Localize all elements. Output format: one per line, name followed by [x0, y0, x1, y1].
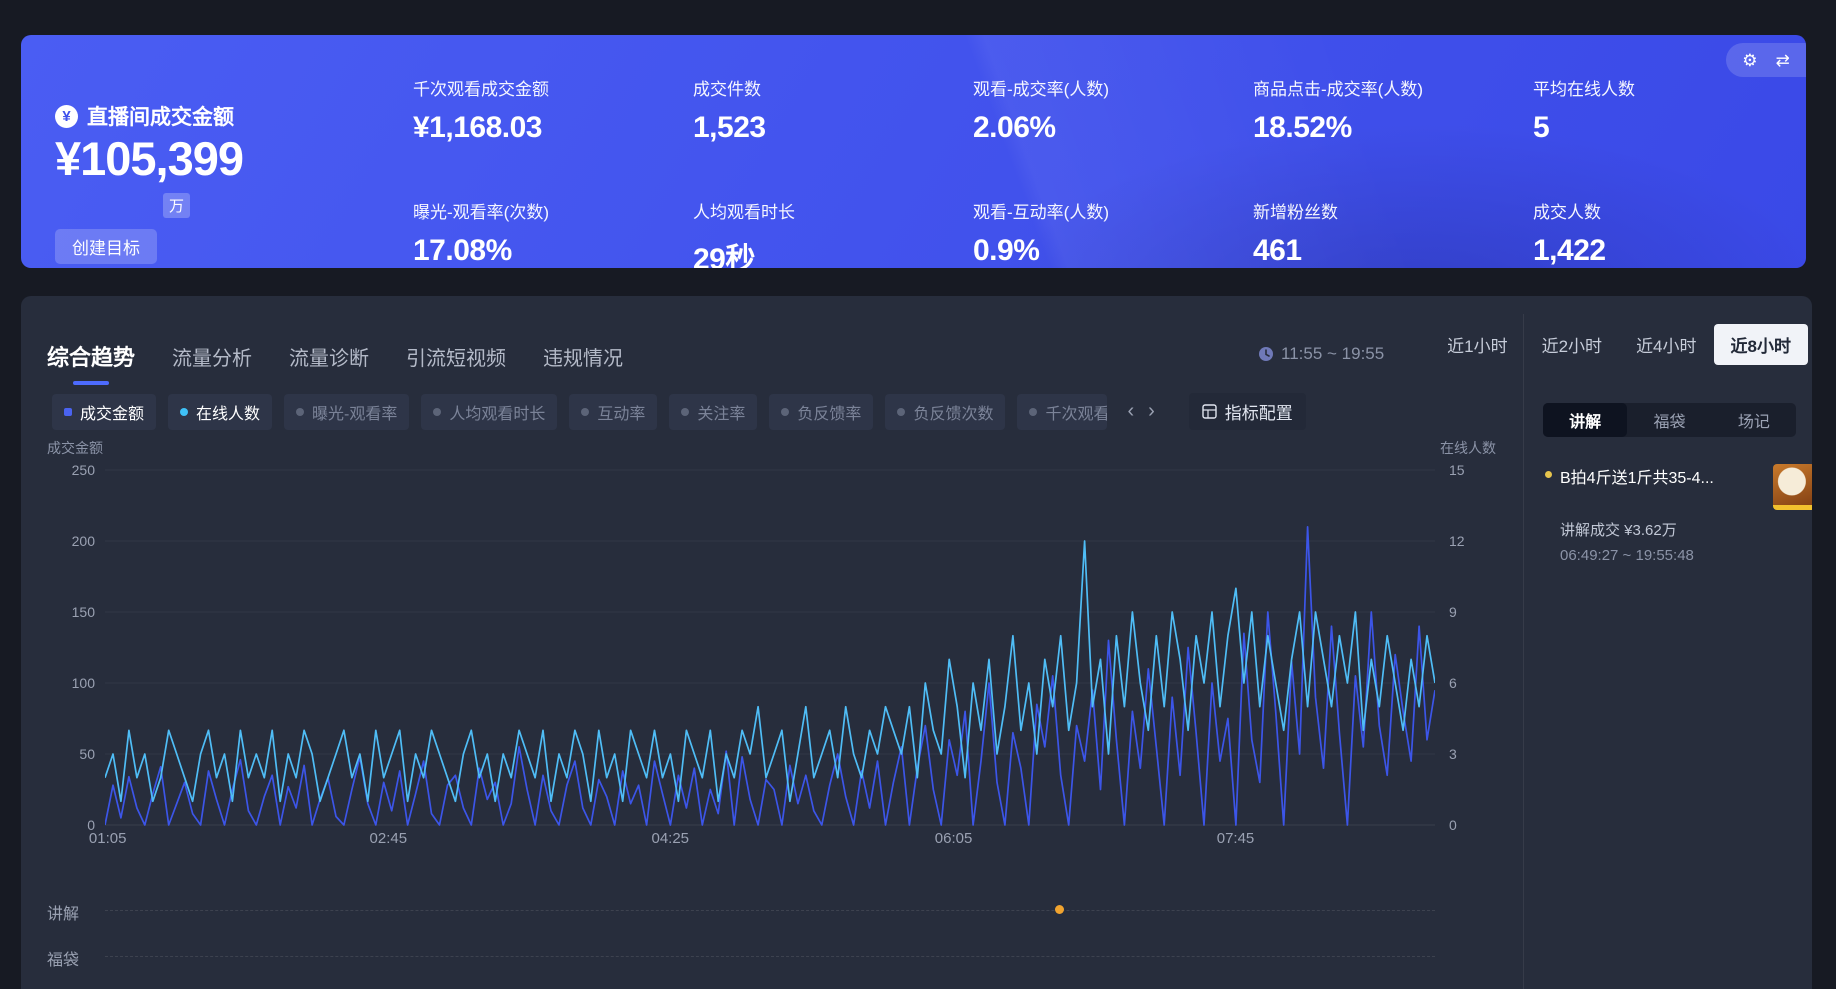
series-marker: [1029, 408, 1037, 416]
panel-divider: [1523, 314, 1524, 989]
y-tick: 0: [1449, 817, 1457, 833]
series-marker: [433, 408, 441, 416]
gmv-unit-badge: 万: [163, 193, 190, 218]
metric-chips-row: 成交金额 在线人数 曝光-观看率 人均观看时长 互动率 关注率 负反馈率 负反馈…: [52, 393, 1306, 430]
timeline-label-explain: 讲解: [47, 900, 79, 924]
series-marker: [581, 408, 589, 416]
chip-per-thousand-views[interactable]: 千次观看: [1017, 394, 1107, 430]
y-tick: 200: [21, 533, 95, 549]
tab-overall-trend[interactable]: 综合趋势: [47, 340, 135, 372]
panel-tabs: 讲解 福袋 场记: [1543, 403, 1796, 437]
timeline-track-luckybag: [105, 956, 1435, 957]
chevron-left-icon[interactable]: ‹: [1127, 400, 1134, 423]
panel-tab-log[interactable]: 场记: [1712, 403, 1796, 437]
item-status-dot: [1545, 471, 1552, 478]
series-marker: [897, 408, 905, 416]
range-2h-button[interactable]: 近2小时: [1525, 324, 1619, 365]
product-thumbnail[interactable]: [1773, 464, 1812, 510]
chevron-right-icon[interactable]: ›: [1148, 400, 1155, 423]
trend-chart[interactable]: [105, 445, 1435, 845]
y-tick: 0: [21, 817, 95, 833]
stat-item: 新增粉丝数461: [1253, 198, 1533, 268]
y-tick: 3: [1449, 746, 1457, 762]
banner-title: 直播间成交金额: [87, 101, 234, 131]
stat-item: 商品点击-成交率(人数)18.52%: [1253, 75, 1533, 198]
tab-violations[interactable]: 违规情况: [543, 342, 623, 371]
chip-interaction-rate[interactable]: 互动率: [569, 394, 657, 430]
range-4h-button[interactable]: 近4小时: [1619, 324, 1713, 365]
clock-icon: [1258, 346, 1274, 362]
trend-card: 综合趋势 流量分析 流量诊断 引流短视频 违规情况 11:55 ~ 19:55 …: [21, 296, 1812, 989]
swap-icon[interactable]: ⇄: [1776, 52, 1790, 69]
stat-item: 曝光-观看率(次数)17.08%: [413, 198, 693, 268]
stat-item: 人均观看时长29秒: [693, 198, 973, 268]
left-axis-title: 成交金额: [47, 438, 103, 458]
y-tick: 6: [1449, 675, 1457, 691]
range-1h-button[interactable]: 近1小时: [1430, 324, 1524, 365]
y-tick: 250: [21, 462, 95, 478]
series-marker: [64, 408, 72, 416]
create-goal-button[interactable]: 创建目标: [55, 229, 157, 264]
chip-avg-watch-time[interactable]: 人均观看时长: [421, 394, 557, 430]
y-tick: 15: [1449, 462, 1465, 478]
chip-gmv[interactable]: 成交金额: [52, 394, 156, 430]
explain-time-range: 06:49:27 ~ 19:55:48: [1560, 547, 1812, 564]
y-tick: 100: [21, 675, 95, 691]
series-marker: [296, 408, 304, 416]
chip-scroller: ‹ ›: [1127, 400, 1154, 423]
timeline-track-explain: [105, 910, 1435, 911]
banner-tools: ⚙ ⇄: [1726, 43, 1806, 77]
yen-coin-icon: ¥: [55, 105, 78, 128]
stat-item: 平均在线人数5: [1533, 75, 1806, 198]
gear-icon[interactable]: ⚙: [1742, 52, 1757, 69]
explain-marker-dot[interactable]: [1055, 905, 1064, 914]
series-marker: [681, 408, 689, 416]
stat-item: 成交件数1,523: [693, 75, 973, 198]
chip-negative-feedback-rate[interactable]: 负反馈率: [769, 394, 873, 430]
explain-deal-amount: 讲解成交 ¥3.62万: [1560, 519, 1812, 540]
gmv-block: ¥ 直播间成交金额 ¥105,399 万 创建目标: [55, 35, 385, 268]
stat-item: 千次观看成交金额¥1,168.03: [413, 75, 693, 198]
live-analytics-dashboard: ¥ 直播间成交金额 ¥105,399 万 创建目标 千次观看成交金额¥1,168…: [0, 0, 1836, 989]
panel-tab-luckybag[interactable]: 福袋: [1627, 403, 1711, 437]
banner-stats-grid: 千次观看成交金额¥1,168.03 成交件数1,523 观看-成交率(人数)2.…: [413, 75, 1806, 268]
stat-item: 观看-成交率(人数)2.06%: [973, 75, 1253, 198]
chip-negative-feedback-count[interactable]: 负反馈次数: [885, 394, 1005, 430]
time-range-display: 11:55 ~ 19:55: [1258, 344, 1384, 364]
summary-banner: ¥ 直播间成交金额 ¥105,399 万 创建目标 千次观看成交金额¥1,168…: [21, 35, 1806, 268]
chip-online-users[interactable]: 在线人数: [168, 394, 272, 430]
y-tick: 150: [21, 604, 95, 620]
chip-follow-rate[interactable]: 关注率: [669, 394, 757, 430]
explain-product-item[interactable]: B拍4斤送1斤共35-4... 讲解成交 ¥3.62万 06:49:27 ~ 1…: [1545, 464, 1812, 564]
chip-exposure-view-rate[interactable]: 曝光-观看率: [284, 394, 409, 430]
stat-item: 观看-互动率(人数)0.9%: [973, 198, 1253, 268]
panel-tab-explain[interactable]: 讲解: [1543, 403, 1627, 437]
product-title: B拍4斤送1斤共35-4...: [1560, 464, 1745, 488]
series-marker: [180, 408, 188, 416]
tab-short-video[interactable]: 引流短视频: [406, 342, 506, 371]
gmv-value: ¥105,399: [55, 131, 243, 186]
metric-config-button[interactable]: 指标配置: [1189, 393, 1306, 430]
y-tick: 50: [21, 746, 95, 762]
config-grid-icon: [1202, 404, 1217, 419]
range-8h-button[interactable]: 近8小时: [1714, 324, 1808, 365]
tab-traffic-analysis[interactable]: 流量分析: [172, 342, 252, 371]
y-tick: 9: [1449, 604, 1457, 620]
time-range-buttons: 近1小时 近2小时 近4小时 近8小时: [1430, 324, 1808, 365]
timeline-label-luckybag: 福袋: [47, 946, 79, 970]
right-axis-title: 在线人数: [1440, 438, 1496, 458]
stat-item: 成交人数1,422: [1533, 198, 1806, 268]
series-marker: [781, 408, 789, 416]
tab-traffic-diagnosis[interactable]: 流量诊断: [289, 342, 369, 371]
y-tick: 12: [1449, 533, 1465, 549]
section-tabs: 综合趋势 流量分析 流量诊断 引流短视频 违规情况: [47, 340, 623, 372]
